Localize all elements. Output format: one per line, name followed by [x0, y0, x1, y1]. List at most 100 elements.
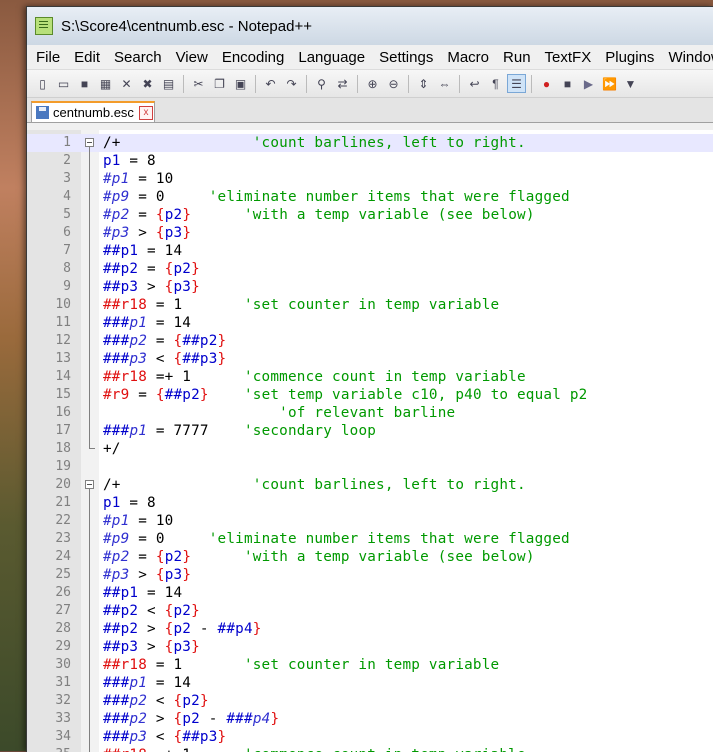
editor-area[interactable]: 1 /+ 'count barlines, left to right. 2 p1 =…	[27, 130, 713, 752]
code-line[interactable]: 18 +/	[27, 440, 713, 458]
menu-textfx[interactable]: TextFX	[538, 49, 599, 66]
code-line[interactable]: 24 #p2 = {p2} 'with a temp variable (see …	[27, 548, 713, 566]
cut-icon[interactable]: ✂	[189, 74, 208, 93]
paste-icon[interactable]: ▣	[231, 74, 250, 93]
copy-icon[interactable]: ❐	[210, 74, 229, 93]
code-line[interactable]: 9 ##p3 > {p3}	[27, 278, 713, 296]
code-line[interactable]: 31 ###p1 = 14	[27, 674, 713, 692]
save-all-icon[interactable]: ▦	[96, 74, 115, 93]
code-line[interactable]: 32 ###p2 < {p2}	[27, 692, 713, 710]
code-line[interactable]: 7 ##p1 = 14	[27, 242, 713, 260]
fold-toggle-icon[interactable]	[85, 138, 94, 147]
code-line[interactable]: 2 p1 = 8	[27, 152, 713, 170]
code-line[interactable]: 13 ###p3 < {##p3}	[27, 350, 713, 368]
code-token: p2	[129, 693, 148, 709]
show-all-chars-icon[interactable]: ¶	[486, 74, 505, 93]
code-text: ###p1 = 14	[103, 674, 191, 692]
record-macro-icon[interactable]: ●	[537, 74, 556, 93]
code-line[interactable]: 20 /+ 'count barlines, left to right.	[27, 476, 713, 494]
menu-language[interactable]: Language	[291, 49, 372, 66]
title-bar[interactable]: S:\Score4\centnumb.esc - Notepad++	[27, 7, 713, 45]
find-icon[interactable]: ⚲	[312, 74, 331, 93]
menu-search[interactable]: Search	[107, 49, 169, 66]
print-icon[interactable]: ▤	[159, 74, 178, 93]
zoom-in-icon[interactable]: ⊕	[363, 74, 382, 93]
code-token: p2	[164, 207, 183, 223]
code-line[interactable]: 8 ##p2 = {p2}	[27, 260, 713, 278]
indent-guide-icon[interactable]: ☰	[507, 74, 526, 93]
code-text: ##r18 =+ 1 'commence count in temp varia…	[103, 746, 526, 752]
tab-close-button[interactable]: x	[138, 105, 153, 120]
menu-edit[interactable]: Edit	[67, 49, 107, 66]
comment-token: 'with a temp variable (see below)	[243, 207, 535, 223]
notepad-app-icon[interactable]	[35, 17, 53, 35]
code-line[interactable]: 29 ##p3 > {p3}	[27, 638, 713, 656]
code-token: ##r18	[103, 747, 147, 752]
menu-run[interactable]: Run	[496, 49, 538, 66]
code-line[interactable]: 14 ##r18 =+ 1 'commence count in temp var…	[27, 368, 713, 386]
code-line[interactable]: 34 ###p3 < {##p3}	[27, 728, 713, 746]
menu-macro[interactable]: Macro	[440, 49, 496, 66]
code-line[interactable]: 1 /+ 'count barlines, left to right.	[27, 134, 713, 152]
menu-window[interactable]: Window	[661, 49, 713, 66]
line-number: 22	[55, 513, 71, 528]
code-token: ###	[103, 423, 130, 439]
fold-toggle-icon[interactable]	[85, 480, 94, 489]
code-token: /+	[103, 135, 121, 151]
code-token: = 14	[138, 243, 183, 259]
run-macro-multiple-icon[interactable]: ⏩	[600, 74, 619, 93]
code-token: <	[147, 729, 174, 745]
code-line[interactable]: 11 ###p1 = 14	[27, 314, 713, 332]
code-line[interactable]: 17 ###p1 = 7777 'secondary loop	[27, 422, 713, 440]
menu-plugins[interactable]: Plugins	[598, 49, 661, 66]
comment-token: 'set counter in temp variable	[243, 657, 500, 673]
zoom-out-icon[interactable]: ⊖	[384, 74, 403, 93]
code-line[interactable]: 33 ###p2 > {p2 - ###p4}	[27, 710, 713, 728]
code-line[interactable]: 16 'of relevant barline	[27, 404, 713, 422]
stop-macro-icon[interactable]: ■	[558, 74, 577, 93]
word-wrap-icon[interactable]: ↩	[465, 74, 484, 93]
code-line[interactable]: 26 ##p1 = 14	[27, 584, 713, 602]
menu-settings[interactable]: Settings	[372, 49, 440, 66]
code-text: #p1 = 10	[103, 512, 173, 530]
save-icon[interactable]: ■	[75, 74, 94, 93]
play-macro-icon[interactable]: ▶	[579, 74, 598, 93]
sync-horizontal-icon[interactable]: ⇔	[435, 74, 454, 93]
code-line[interactable]: 19	[27, 458, 713, 476]
code-line[interactable]: 22 #p1 = 10	[27, 512, 713, 530]
save-macro-icon[interactable]: ▼	[621, 74, 640, 93]
code-line[interactable]: 5 #p2 = {p2} 'with a temp variable (see b…	[27, 206, 713, 224]
sync-vertical-icon[interactable]: ⇕	[414, 74, 433, 93]
code-line[interactable]: 30 ##r18 = 1 'set counter in temp variabl…	[27, 656, 713, 674]
toolbar-separator	[183, 74, 184, 93]
code-line[interactable]: 15 #r9 = {##p2} 'set temp variable c10, p…	[27, 386, 713, 404]
code-line[interactable]: 35 ##r18 =+ 1 'commence count in temp var…	[27, 746, 713, 752]
replace-icon[interactable]: ⇄	[333, 74, 352, 93]
code-token: #p2	[103, 207, 130, 223]
code-line[interactable]: 3 #p1 = 10	[27, 170, 713, 188]
code-line[interactable]: 28 ##p2 > {p2 - ##p4}	[27, 620, 713, 638]
code-text: p1 = 8	[103, 152, 156, 170]
menu-view[interactable]: View	[169, 49, 215, 66]
menu-file[interactable]: File	[29, 49, 67, 66]
line-number: 31	[55, 675, 71, 690]
redo-icon[interactable]: ↷	[282, 74, 301, 93]
code-token: = 14	[147, 315, 192, 331]
code-line[interactable]: 27 ##p2 < {p2}	[27, 602, 713, 620]
code-line[interactable]: 10 ##r18 = 1 'set counter in temp variabl…	[27, 296, 713, 314]
menu-encoding[interactable]: Encoding	[215, 49, 292, 66]
code-line[interactable]: 23 #p9 = 0 'eliminate number items that w…	[27, 530, 713, 548]
close-icon[interactable]: ✕	[117, 74, 136, 93]
undo-icon[interactable]: ↶	[261, 74, 280, 93]
open-file-icon[interactable]: ▭	[54, 74, 73, 93]
code-line[interactable]: 12 ###p2 = {##p2}	[27, 332, 713, 350]
new-file-icon[interactable]: ▯	[33, 74, 52, 93]
code-token: #p2	[103, 549, 130, 565]
close-all-icon[interactable]: ✖	[138, 74, 157, 93]
code-line[interactable]: 21 p1 = 8	[27, 494, 713, 512]
code-line[interactable]: 6 #p3 > {p3}	[27, 224, 713, 242]
tab-centnumb[interactable]: centnumb.esc x	[31, 101, 155, 122]
code-line[interactable]: 25 #p3 > {p3}	[27, 566, 713, 584]
code-text: ##p3 > {p3}	[103, 278, 200, 296]
code-line[interactable]: 4 #p9 = 0 'eliminate number items that we…	[27, 188, 713, 206]
